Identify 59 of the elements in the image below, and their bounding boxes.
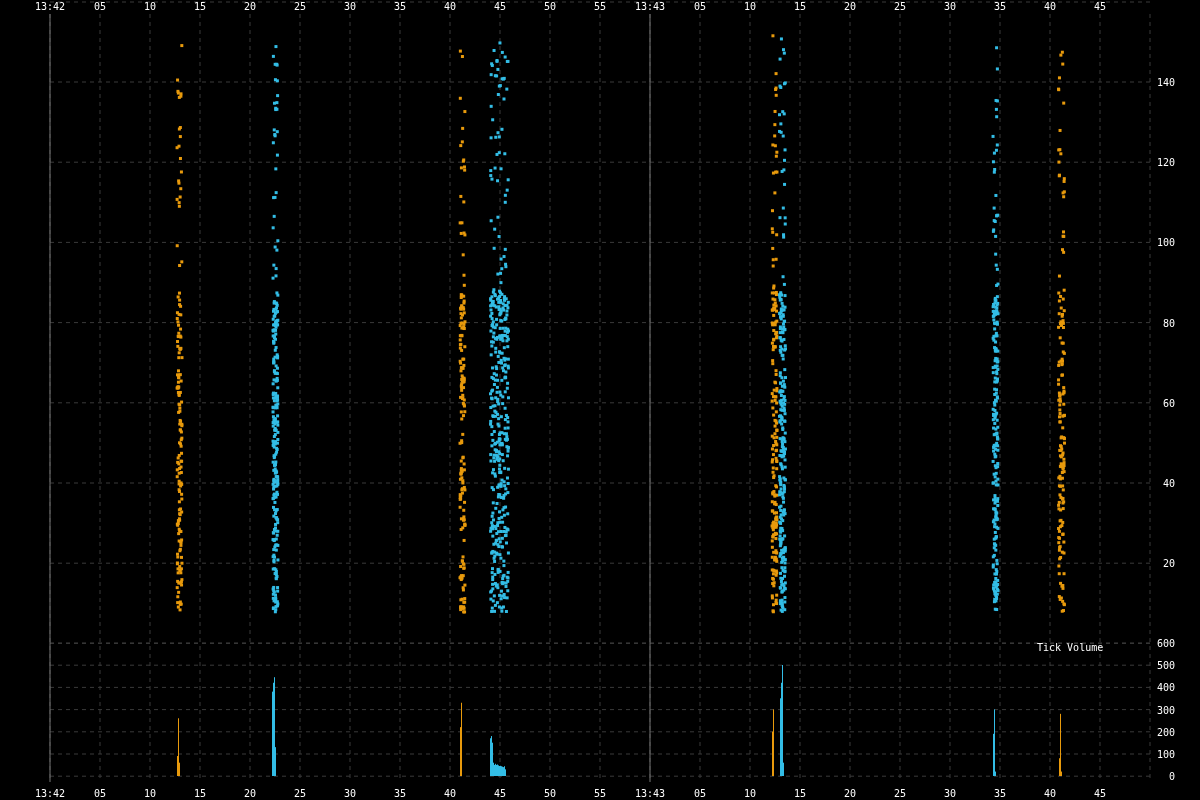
time-label: 13:42	[34, 1, 66, 12]
time-label: 50	[544, 788, 556, 799]
time-label: 20	[844, 788, 856, 799]
time-label: 35	[994, 788, 1006, 799]
price-label: 20	[1162, 558, 1175, 570]
time-label: 25	[294, 788, 306, 799]
volume-label: 100	[1156, 749, 1175, 760]
time-label: 40	[444, 788, 456, 799]
time-label: 35	[394, 788, 406, 799]
volume-label: 0	[1168, 771, 1175, 783]
time-label: 30	[344, 1, 356, 12]
time-label: 35	[394, 1, 406, 12]
time-label: 25	[294, 1, 306, 12]
time-label: 05	[94, 788, 106, 799]
time-label: 25	[894, 788, 906, 799]
time-label: 45	[494, 788, 506, 799]
time-label: 45	[494, 1, 506, 12]
time-label: 15	[794, 788, 806, 799]
time-label: 15	[794, 1, 806, 12]
time-label: 20	[244, 788, 256, 799]
price-label: 100	[1156, 237, 1175, 249]
time-label: 45	[1094, 1, 1106, 12]
time-label: 20	[244, 1, 256, 12]
volume-label: 200	[1156, 726, 1175, 738]
time-label: 55	[594, 1, 606, 12]
time-label: 40	[1044, 788, 1056, 799]
time-label: 13:43	[634, 788, 666, 799]
time-label: 15	[194, 788, 206, 799]
time-label: 05	[694, 788, 706, 799]
price-label: 140	[1156, 77, 1175, 88]
volume-label: 400	[1156, 682, 1175, 694]
time-label: 10	[744, 788, 756, 799]
time-label: 30	[944, 1, 956, 12]
time-label: 20	[844, 1, 856, 12]
volume-label: 600	[1156, 638, 1175, 649]
time-label: 05	[694, 1, 706, 12]
time-label: 40	[1044, 1, 1056, 12]
time-label: 30	[344, 788, 356, 799]
volume-label: 300	[1156, 704, 1175, 716]
volume-label: 500	[1156, 660, 1175, 672]
time-label: 10	[144, 1, 156, 12]
price-label: 120	[1156, 157, 1175, 169]
price-label: 40	[1162, 478, 1175, 489]
volume-title: Tick Volume	[1037, 642, 1104, 653]
time-label: 30	[944, 788, 956, 799]
time-label: 50	[544, 1, 556, 12]
time-label: 13:43	[634, 1, 666, 12]
time-label: 10	[744, 1, 756, 12]
time-label: 40	[444, 1, 456, 12]
time-label: 35	[994, 1, 1006, 12]
time-label: 45	[1094, 788, 1106, 799]
time-label: 55	[594, 788, 606, 799]
price-label: 80	[1162, 317, 1175, 329]
price-label: 60	[1162, 397, 1175, 409]
time-label: 13:42	[34, 788, 66, 799]
time-label: 25	[894, 1, 906, 12]
time-label: 10	[144, 788, 156, 799]
time-label: 05	[94, 1, 106, 12]
time-label: 15	[194, 1, 206, 12]
